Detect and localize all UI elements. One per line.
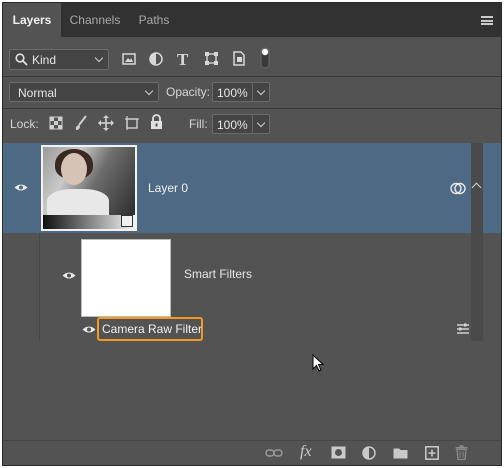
fill-label: Fill: <box>189 117 208 131</box>
lock-transparent-pixels-icon[interactable] <box>49 116 63 130</box>
opacity-label: Opacity: <box>166 85 211 99</box>
visibility-eye-icon[interactable] <box>62 271 76 280</box>
delete-layer-icon[interactable] <box>455 445 468 460</box>
type-filter-icon[interactable]: T <box>177 50 188 70</box>
portrait-photo <box>43 147 135 219</box>
shape-filter-icon[interactable] <box>204 51 219 66</box>
lock-position-icon[interactable] <box>98 115 114 131</box>
smart-filter-indicator-icon[interactable] <box>450 182 466 195</box>
tab-bar: Layers Channels Paths <box>3 3 501 37</box>
layer-name[interactable]: Layer 0 <box>148 181 188 195</box>
search-icon <box>15 53 28 66</box>
link-layers-icon[interactable] <box>265 447 283 459</box>
blend-mode-select[interactable]: Normal <box>9 82 159 102</box>
add-mask-icon[interactable] <box>331 446 346 459</box>
adjustment-filter-icon[interactable] <box>149 52 163 66</box>
fill-value: 100% <box>217 118 248 132</box>
new-group-icon[interactable] <box>393 447 408 459</box>
layer-gutter <box>3 233 39 341</box>
chevron-down-icon <box>256 118 266 128</box>
smart-object-filter-icon[interactable] <box>232 51 246 66</box>
filter-toggle-icon[interactable] <box>260 47 270 69</box>
lock-image-pixels-icon[interactable] <box>74 115 88 131</box>
kind-filter-label: Kind <box>32 53 57 67</box>
fx-icon[interactable]: fx <box>300 443 312 461</box>
tab-layers[interactable]: Layers <box>3 3 61 37</box>
filter-blending-options-icon[interactable] <box>456 323 470 335</box>
lock-artboard-icon[interactable] <box>124 115 140 131</box>
opacity-input[interactable]: 100% <box>212 82 270 102</box>
image-filter-icon[interactable] <box>122 52 136 66</box>
tab-channels[interactable]: Channels <box>61 3 129 37</box>
layer-thumbnail[interactable] <box>41 145 137 231</box>
lock-label: Lock: <box>10 117 39 131</box>
chevron-down-icon <box>256 86 266 96</box>
visibility-eye-icon[interactable] <box>82 325 96 334</box>
lock-all-icon[interactable] <box>150 114 163 130</box>
fill-input[interactable]: 100% <box>212 114 270 134</box>
mouse-pointer-icon <box>312 354 324 372</box>
chevron-down-icon <box>94 53 104 63</box>
scrollbar[interactable] <box>471 143 483 341</box>
kind-filter-select[interactable]: Kind <box>9 49 109 70</box>
panel-menu-icon[interactable] <box>481 16 493 25</box>
opacity-value: 100% <box>217 86 248 100</box>
divider <box>3 76 501 77</box>
new-layer-icon[interactable] <box>425 446 439 460</box>
smart-object-badge-icon <box>121 215 133 227</box>
filter-name[interactable]: Camera Raw Filter <box>102 322 202 336</box>
smart-filters-label[interactable]: Smart Filters <box>184 267 252 281</box>
tab-paths[interactable]: Paths <box>129 3 179 37</box>
smart-filter-mask-thumbnail[interactable] <box>81 239 171 317</box>
divider <box>3 108 501 109</box>
empty-layer-area[interactable] <box>3 341 501 441</box>
chevron-down-icon <box>144 86 154 96</box>
layers-panel: Layers Channels Paths Kind T Normal Opac… <box>2 2 502 466</box>
adjustment-layer-icon[interactable] <box>362 446 376 460</box>
blend-mode-value: Normal <box>18 86 57 100</box>
visibility-eye-icon[interactable] <box>14 183 28 192</box>
